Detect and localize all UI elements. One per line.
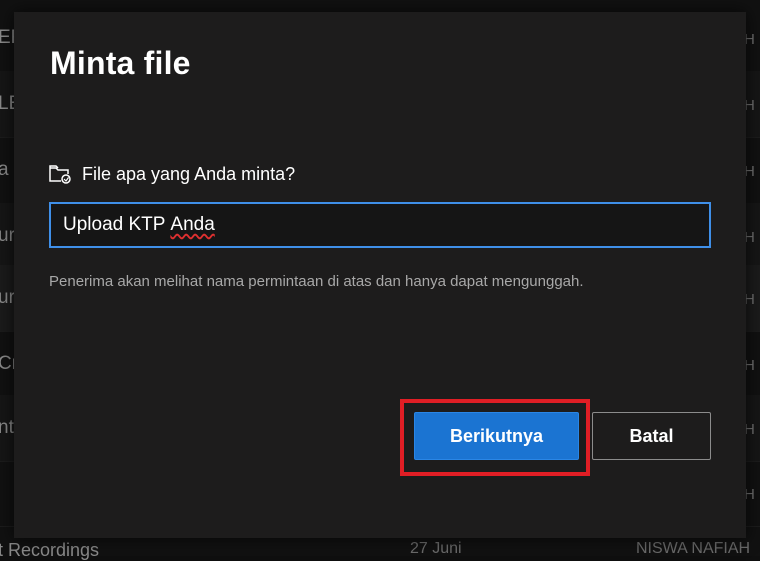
request-name-input[interactable]: Upload KTP Anda <box>49 202 711 248</box>
list-item-name: t Recordings <box>0 540 100 560</box>
list-item-name: nt <box>0 417 14 438</box>
list-item-name: ur <box>0 287 15 308</box>
request-file-dialog: Minta file File apa yang Anda minta? Upl… <box>14 12 746 538</box>
request-field-label: File apa yang Anda minta? <box>82 163 296 184</box>
dialog-title: Minta file <box>50 45 191 81</box>
list-item-bottom: t Recordings 27 Juni NISWA NAFIAH <box>0 540 760 560</box>
list-item-name: a <box>0 159 9 180</box>
field-label-row: File apa yang Anda minta? <box>48 163 295 185</box>
cancel-button[interactable]: Batal <box>592 412 711 460</box>
list-item-owner: NISWA NAFIAH <box>636 540 751 557</box>
list-item-name: ur <box>0 225 15 246</box>
input-value-misspelled: Anda <box>170 214 215 235</box>
list-item-date: 27 Juni <box>410 540 462 557</box>
next-button[interactable]: Berikutnya <box>414 412 579 460</box>
input-value-text: Upload KTP <box>63 214 171 235</box>
helper-text: Penerima akan melihat nama permintaan di… <box>49 273 584 290</box>
folder-request-icon <box>49 165 71 184</box>
